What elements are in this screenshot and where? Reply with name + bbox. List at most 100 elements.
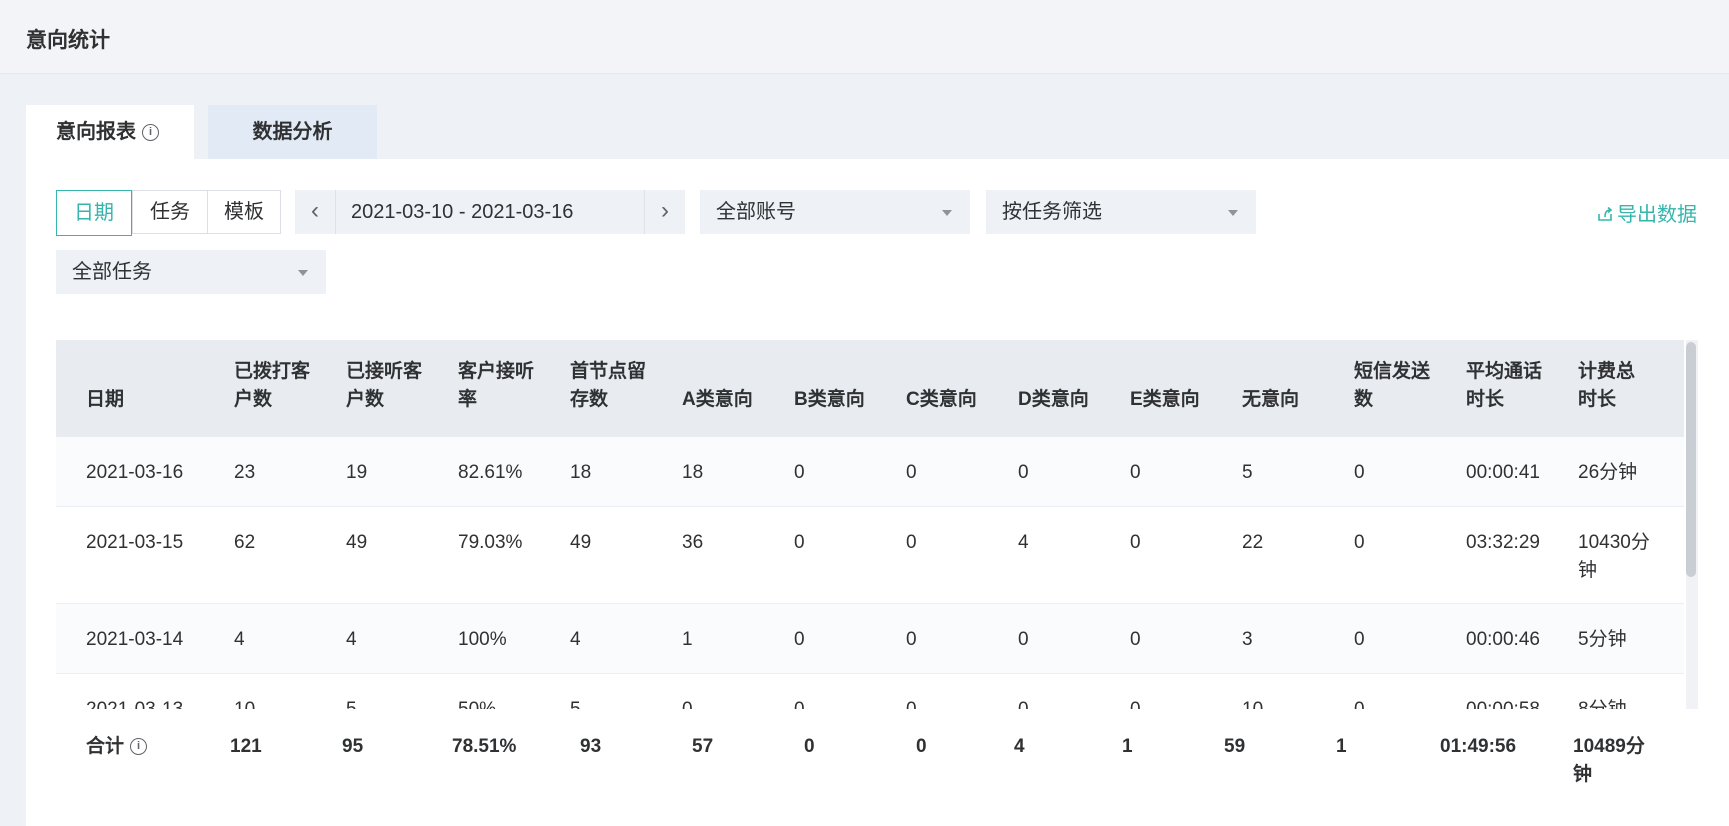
totals-cell: 95 bbox=[342, 736, 364, 757]
table-cell: 0 bbox=[906, 629, 917, 650]
column-header-line: 平均通话 bbox=[1466, 361, 1543, 382]
table-cell: 2021-03-14 bbox=[86, 629, 184, 650]
column-header-line: B类意向 bbox=[794, 389, 865, 410]
tab-intent-report[interactable]: 意向报表 i bbox=[26, 105, 194, 159]
table-cell: 00:00:46 bbox=[1466, 629, 1540, 650]
info-icon[interactable]: i bbox=[142, 124, 159, 142]
view-by-template-button[interactable]: 模板 bbox=[207, 191, 280, 233]
totals-cell: 4 bbox=[1014, 736, 1025, 757]
caret-down-icon bbox=[942, 210, 952, 216]
task-filter-select-value: 按任务筛选 bbox=[1002, 201, 1102, 223]
table-cell: 0 bbox=[906, 532, 917, 553]
column-header-line: 户数 bbox=[234, 389, 273, 410]
table-cell: 4 bbox=[1018, 532, 1029, 553]
column-header[interactable]: 无意向 bbox=[1242, 386, 1299, 414]
date-range-picker[interactable]: ‹ 2021-03-10 - 2021-03-16 › bbox=[295, 190, 685, 234]
column-header-line: 存数 bbox=[570, 389, 609, 410]
table-cell-line: 5分钟 bbox=[1578, 629, 1627, 650]
totals-billing-cell: 10489分钟 bbox=[1573, 733, 1645, 789]
column-header[interactable]: B类意向 bbox=[794, 386, 865, 414]
task-filter-select[interactable]: 按任务筛选 bbox=[986, 190, 1256, 234]
caret-down-icon bbox=[298, 270, 308, 276]
chevron-right-icon[interactable]: › bbox=[644, 190, 685, 234]
column-header[interactable]: 首节点留 存数 bbox=[570, 358, 646, 414]
totals-billing-line: 10489分 bbox=[1573, 736, 1645, 757]
column-header[interactable]: A类意向 bbox=[682, 386, 753, 414]
table-cell: 100% bbox=[458, 629, 507, 650]
account-select[interactable]: 全部账号 bbox=[700, 190, 970, 234]
column-header[interactable]: C类意向 bbox=[906, 386, 977, 414]
view-mode-segment: 日期 任务 模板 bbox=[56, 190, 281, 236]
column-header-line: 时长 bbox=[1466, 389, 1505, 410]
table-cell: 3 bbox=[1242, 629, 1253, 650]
tab-data-analysis[interactable]: 数据分析 bbox=[208, 105, 377, 159]
date-range-value: 2021-03-10 - 2021-03-16 bbox=[351, 201, 574, 223]
table-header: 日期 已拨打客 户数 已接听客 户数 客户接听率首节点留 存数 A类意向 B类意向 C类意向 D类意… bbox=[56, 340, 1684, 437]
table-row[interactable]: 2021-03-16 23 19 82.61% 18 18 0 0 0 0 5 0 00:00:41 26… bbox=[56, 437, 1684, 507]
table-cell: 18 bbox=[682, 462, 704, 483]
totals-cell: 59 bbox=[1224, 736, 1246, 757]
table-row[interactable]: 2021-03-13 10 5 50% 5 0 0 0 0 0 10 0 00:00:58 8分钟 bbox=[56, 674, 1684, 709]
table-cell: 00:00:41 bbox=[1466, 462, 1540, 483]
table-cell: 4 bbox=[346, 629, 357, 650]
table-cell: 5 bbox=[1242, 462, 1253, 483]
table-cell: 36 bbox=[682, 532, 704, 553]
column-header-line: 已接听客 bbox=[346, 361, 423, 382]
table-cell: 0 bbox=[1354, 462, 1365, 483]
table-cell: 1 bbox=[682, 629, 693, 650]
column-header[interactable]: 已拨打客 户数 bbox=[234, 358, 310, 414]
table-scrollbar-thumb[interactable] bbox=[1686, 342, 1696, 577]
view-by-task-button[interactable]: 任务 bbox=[132, 191, 207, 233]
table-cell: 0 bbox=[1354, 532, 1365, 553]
totals-cell: 1 bbox=[1336, 736, 1347, 757]
tab-label: 意向报表 bbox=[56, 121, 136, 143]
table-cell: 22 bbox=[1242, 532, 1264, 553]
totals-billing-line: 钟 bbox=[1573, 764, 1593, 785]
column-header[interactable]: 平均通话 时长 bbox=[1466, 358, 1542, 414]
table-cell: 0 bbox=[794, 696, 805, 709]
table-cell: 79.03% bbox=[458, 532, 523, 553]
table-cell: 19 bbox=[346, 462, 368, 483]
task-select[interactable]: 全部任务 bbox=[56, 250, 326, 294]
view-by-date-button[interactable]: 日期 bbox=[56, 190, 132, 236]
column-header[interactable]: 客户接听率 bbox=[458, 358, 534, 414]
chevron-left-icon[interactable]: ‹ bbox=[295, 190, 336, 234]
page-header: 意向统计 bbox=[0, 0, 1729, 74]
table-cell: 2021-03-16 bbox=[86, 462, 184, 483]
totals-cell: 57 bbox=[692, 736, 714, 757]
table-cell: 50% bbox=[458, 696, 496, 709]
table-cell: 0 bbox=[906, 462, 917, 483]
table-cell: 10 bbox=[234, 696, 255, 709]
table-cell: 18 bbox=[570, 462, 592, 483]
account-select-value: 全部账号 bbox=[716, 201, 796, 223]
totals-cell: 0 bbox=[804, 736, 815, 757]
table-cell: 0 bbox=[1130, 696, 1141, 709]
table-body: 2021-03-16 23 19 82.61% 18 18 0 0 0 0 5 0 00:00:41 26… bbox=[56, 437, 1684, 709]
table-cell: 0 bbox=[682, 696, 693, 709]
table-cell: 5分钟 bbox=[1578, 626, 1627, 654]
table-cell: 62 bbox=[234, 532, 256, 553]
table-cell-line: 钟 bbox=[1578, 560, 1598, 581]
column-header-line: 户数 bbox=[346, 389, 385, 410]
table-row[interactable]: 2021-03-15 62 49 79.03% 49 36 0 0 4 0 22 0 03:32:29 1… bbox=[56, 507, 1684, 604]
column-header[interactable]: 计费总 时长 bbox=[1578, 358, 1635, 414]
table-cell: 0 bbox=[1018, 696, 1029, 709]
column-header[interactable]: 已接听客 户数 bbox=[346, 358, 422, 414]
totals-cell: 1 bbox=[1122, 736, 1133, 757]
table-cell: 4 bbox=[234, 629, 245, 650]
table-cell: 49 bbox=[346, 532, 368, 553]
column-header[interactable]: 短信发送数 bbox=[1354, 358, 1430, 414]
column-header[interactable]: D类意向 bbox=[1018, 386, 1089, 414]
info-icon[interactable]: i bbox=[130, 738, 148, 756]
table-cell: 03:32:29 bbox=[1466, 532, 1540, 553]
column-header-line: 时长 bbox=[1578, 389, 1617, 410]
table-row[interactable]: 2021-03-14 4 4 100% 4 1 0 0 0 0 3 0 00:00:46 5分钟 bbox=[56, 604, 1684, 674]
column-header[interactable]: E类意向 bbox=[1130, 386, 1200, 414]
table-cell: 0 bbox=[1018, 462, 1029, 483]
column-header-line: 客户接听 bbox=[458, 361, 535, 382]
table-cell: 49 bbox=[570, 532, 592, 553]
table-cell: 10430分钟 bbox=[1578, 529, 1650, 585]
column-header[interactable]: 日期 bbox=[86, 386, 124, 414]
export-data-button[interactable]: 导出数据 bbox=[1597, 198, 1697, 227]
table-cell-line: 26分钟 bbox=[1578, 462, 1638, 483]
